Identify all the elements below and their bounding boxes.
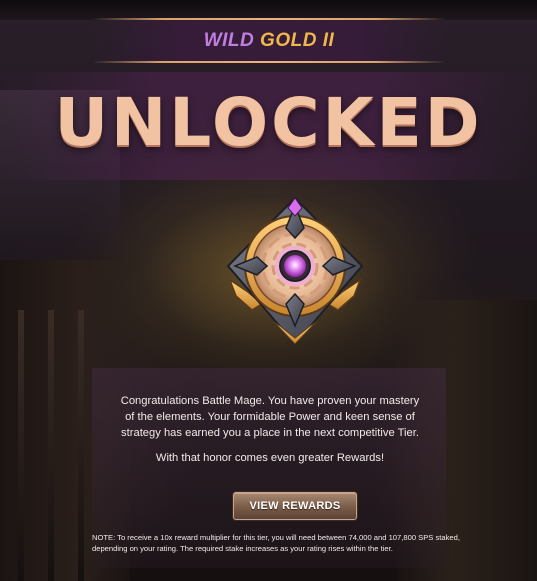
background-rail [48, 310, 54, 581]
title-bar-top-rule [92, 18, 446, 20]
congratulations-text: Congratulations Battle Mage. You have pr… [120, 395, 420, 439]
tier-unlocked-screen: WILD GOLD II UNLOCKED Congratulations Ba… [0, 0, 537, 581]
view-rewards-button[interactable]: VIEW REWARDS [233, 492, 357, 520]
tier-level-name: GOLD II [260, 29, 335, 51]
ceiling-beam [0, 0, 537, 20]
unlocked-title: UNLOCKED [54, 84, 483, 161]
rewards-text: With that honor comes even greater Rewar… [155, 452, 385, 464]
stake-note: NOTE: To receive a 10x reward multiplier… [92, 533, 460, 553]
background-rail [18, 310, 24, 581]
tier-league-name: WILD [203, 29, 255, 51]
tier-title-bar: WILD GOLD II [92, 18, 446, 63]
gold-tier-emblem-icon [226, 196, 364, 346]
title-bar-bottom-rule [92, 61, 446, 63]
background-rail [78, 310, 84, 581]
tier-name: WILD GOLD II [204, 30, 335, 52]
